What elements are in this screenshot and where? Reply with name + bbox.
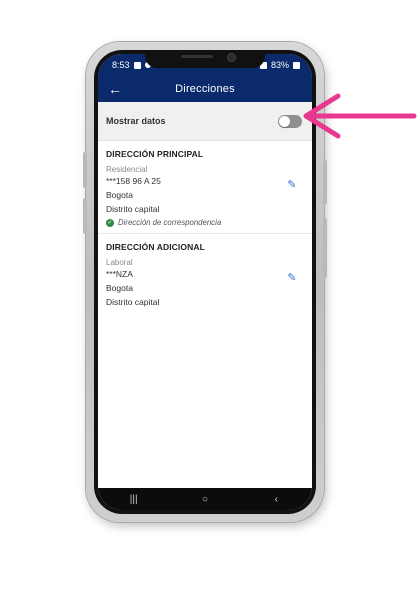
main-address-region: Distrito capital	[106, 204, 160, 214]
extra-address-heading: DIRECCIÓN ADICIONAL	[106, 242, 205, 252]
power-button	[323, 160, 327, 204]
back-button[interactable]: ‹	[261, 494, 291, 505]
toggle-knob	[279, 115, 290, 127]
main-address-section: DIRECCIÓN PRINCIPAL Residencial ***158 9…	[98, 141, 312, 233]
volume-down-button	[83, 198, 87, 234]
show-data-row: Mostrar datos	[98, 102, 312, 141]
home-button[interactable]: ○	[190, 494, 220, 505]
main-address-heading: DIRECCIÓN PRINCIPAL	[106, 149, 204, 159]
gallery-icon	[133, 61, 141, 69]
edit-extra-address-icon[interactable]: ✎	[286, 272, 298, 284]
front-camera	[227, 53, 236, 62]
edit-main-address-icon[interactable]: ✎	[286, 179, 298, 191]
recents-button[interactable]: |||	[119, 494, 149, 505]
battery-icon	[293, 61, 300, 69]
extra-address-type: Laboral	[106, 258, 133, 267]
extra-address-street: ***NZA	[106, 269, 133, 279]
back-arrow-icon[interactable]: ←	[108, 80, 122, 98]
speaker	[181, 55, 213, 58]
check-circle-icon: ✓	[106, 218, 114, 227]
battery-level: 83%	[270, 60, 289, 70]
status-time: 8:53	[112, 60, 130, 70]
volume-up-button	[83, 152, 87, 188]
side-button	[323, 218, 327, 278]
correspondence-label: Dirección de correspondencia	[118, 218, 222, 227]
extra-address-city: Bogota	[106, 283, 133, 293]
phone-frame: 8:53 83% ← Direcciones Mostrar datos DIR…	[83, 42, 327, 522]
screen: 8:53 83% ← Direcciones Mostrar datos DIR…	[98, 54, 312, 510]
page-title: Direcciones	[175, 83, 235, 95]
notch	[145, 50, 265, 68]
system-nav-bar: ||| ○ ‹	[98, 488, 312, 510]
phone-bezel: 8:53 83% ← Direcciones Mostrar datos DIR…	[94, 50, 316, 514]
show-data-label: Mostrar datos	[106, 116, 166, 126]
annotation-arrow-icon	[303, 93, 417, 139]
main-address-street: ***158 96 A 25	[106, 176, 161, 186]
main-address-type: Residencial	[106, 165, 148, 174]
correspondence-note: ✓ Dirección de correspondencia	[106, 218, 302, 227]
main-address-city: Bogota	[106, 190, 133, 200]
extra-address-region: Distrito capital	[106, 297, 160, 307]
app-bar: ← Direcciones	[98, 76, 312, 102]
extra-address-section: DIRECCIÓN ADICIONAL Laboral ***NZA ✎ Bog…	[98, 233, 312, 317]
